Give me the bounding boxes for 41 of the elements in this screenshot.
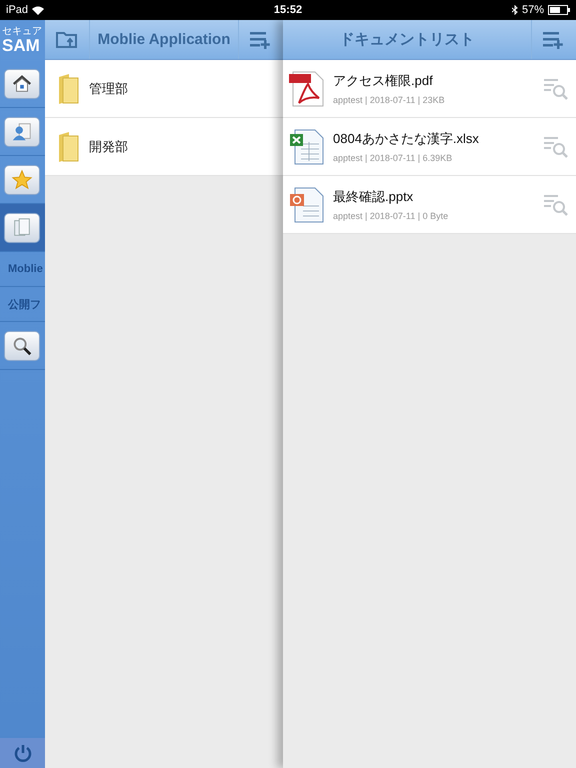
clock: 15:52 [274,4,302,16]
folder-icon [57,130,79,162]
document-row[interactable]: 最終確認.pptx apptest | 2018-07-11 | 0 Byte [283,176,576,234]
spreadsheet-file-icon [289,128,325,166]
folder-name: 開発部 [89,138,128,156]
panel-title: Moblie Application [96,31,232,48]
list-search-icon[interactable] [544,136,568,158]
folder-up-icon[interactable] [56,30,78,48]
star-icon [11,168,33,190]
pdf-file-icon [289,70,325,108]
power-icon [12,743,32,763]
list-add-icon[interactable] [543,30,565,48]
document-meta: apptest | 2018-07-11 | 0 Byte [333,211,450,221]
folder-row[interactable]: 管理部 [45,60,283,118]
folder-icon [57,72,79,104]
contacts-icon [11,120,33,142]
home-icon [11,72,33,94]
document-meta: apptest | 2018-07-11 | 23KB [333,95,446,105]
presentation-file-icon [289,186,325,224]
document-row[interactable]: アクセス権限.pdf apptest | 2018-07-11 | 23KB [283,60,576,118]
document-name: アクセス権限.pdf [333,72,434,90]
document-meta: apptest | 2018-07-11 | 6.39KB [333,153,454,163]
list-search-icon[interactable] [544,78,568,100]
bluetooth-icon [512,5,518,15]
wifi-icon [32,6,44,14]
battery-icon [548,5,570,15]
folder-name: 管理部 [89,80,128,98]
logo-text: セキュア [2,26,43,36]
folder-row[interactable]: 開発部 [45,118,283,176]
device-label: iPad [6,4,28,16]
panel-title: ドキュメントリスト [338,30,476,49]
sidebar-item[interactable] [0,204,45,252]
document-name: 最終確認.pptx [333,188,414,206]
power-button[interactable] [0,738,45,768]
logo-text: SAM [2,36,41,54]
document-name: 0804あかさたな漢字.xlsx [333,130,480,148]
documents-icon [11,216,33,238]
list-search-icon[interactable] [544,194,568,216]
battery-percent: 57% [522,4,544,16]
document-row[interactable]: 0804あかさたな漢字.xlsx apptest | 2018-07-11 | 6.39KB [283,118,576,176]
list-add-icon[interactable] [250,30,272,48]
